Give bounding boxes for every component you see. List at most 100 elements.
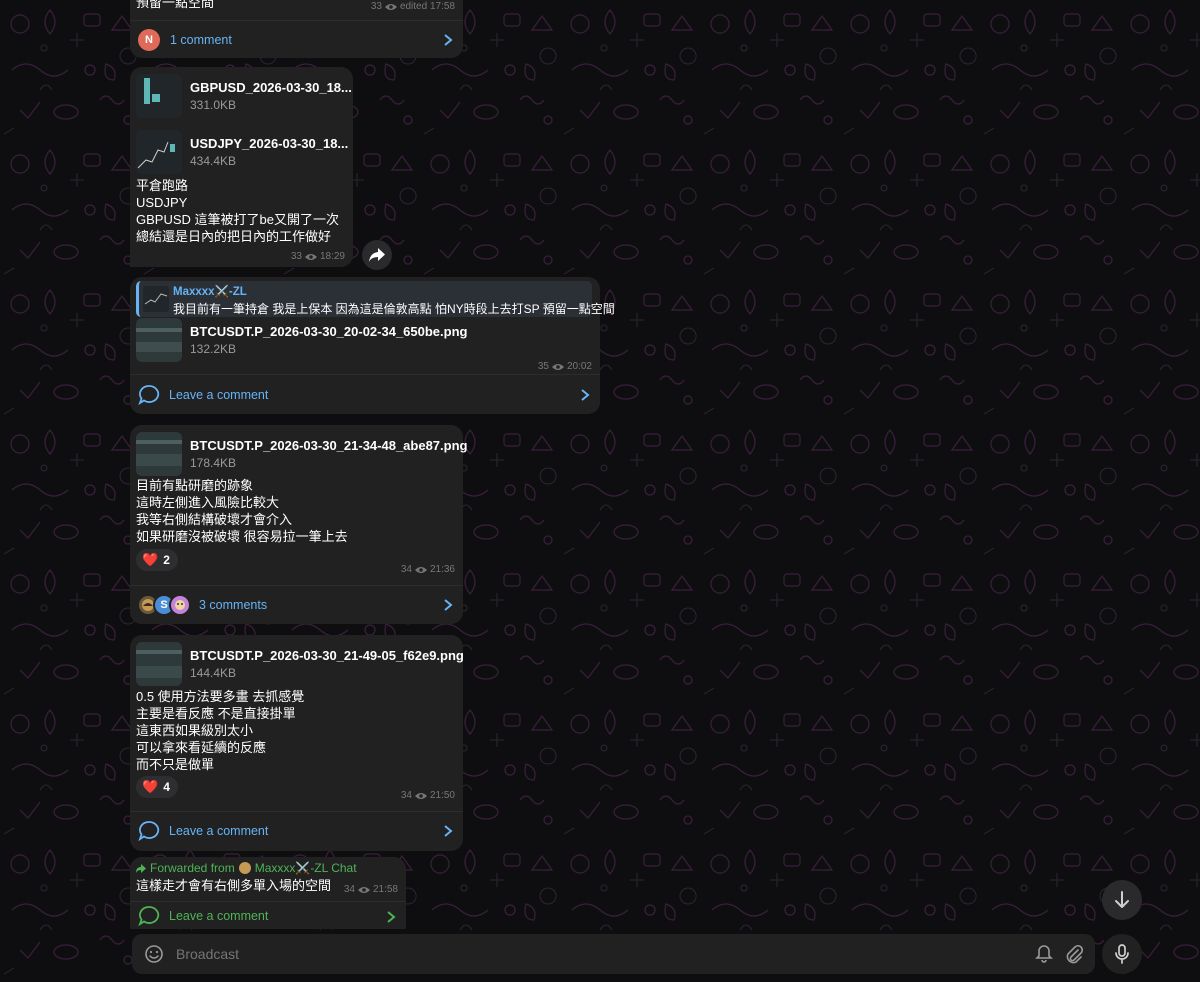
views-eye-icon — [414, 566, 427, 573]
message-text: 預留一點空間 — [136, 0, 215, 10]
message-time: 21:50 — [429, 790, 455, 801]
file-name[interactable]: BTCUSDT.P_2026-03-30_21-34-48_abe87.png — [190, 438, 467, 453]
message-meta: 34 21:50 — [401, 790, 455, 801]
message-time: 20:02 — [566, 361, 592, 372]
forwarded-avatar — [238, 862, 251, 874]
reaction-count: 4 — [163, 780, 170, 794]
forwarded-source: Maxxxx⚔️-ZL Chat — [254, 861, 357, 875]
message-bubble-post3: BTCUSDT.P_2026-03-30_21-34-48_abe87.png … — [130, 425, 467, 624]
message-meta: 33 edited 17:58 — [371, 1, 455, 12]
file-attachment[interactable]: BTCUSDT.P_2026-03-30_21-49-05_f62e9.png … — [136, 641, 464, 687]
chevron-right-icon — [444, 599, 453, 611]
reply-text: 我目前有一筆持倉 我是上保本 因為這是倫敦高點 怕NY時段上去打SP 預留一點空… — [173, 302, 615, 316]
file-size: 434.4KB — [190, 154, 237, 168]
attach-icon[interactable] — [1065, 944, 1083, 964]
arrow-down-icon — [1115, 891, 1129, 908]
file-attachment[interactable]: BTCUSDT.P_2026-03-30_21-34-48_abe87.png … — [136, 431, 467, 477]
view-count: 35 — [537, 361, 549, 372]
reaction-count: 2 — [163, 553, 170, 567]
message-meta: 33 18:29 — [291, 251, 345, 262]
views-eye-icon — [357, 886, 370, 893]
message-bubble-top: 預留一點空間 33 edited 17:58 N 1 comment — [130, 0, 463, 58]
heart-icon: ❤️ — [142, 779, 159, 794]
share-button[interactable] — [362, 240, 392, 270]
leave-comment-label: Leave a comment — [169, 388, 269, 402]
message-text: 目前有點研磨的跡象 這時左側進入風險比較大 我等右側結構破壞才會介入 如果研磨沒… — [136, 478, 348, 544]
views-eye-icon — [551, 363, 564, 370]
microphone-button[interactable] — [1102, 934, 1142, 974]
commenter-avatar — [169, 594, 191, 616]
view-count: 34 — [400, 790, 412, 801]
share-icon — [369, 248, 385, 262]
chart-thumbnail[interactable] — [136, 74, 182, 118]
emoji-icon[interactable] — [144, 944, 164, 964]
leave-comment-button[interactable]: Leave a comment — [130, 376, 600, 414]
chevron-right-icon — [387, 911, 396, 923]
comments-label: 1 comment — [170, 33, 232, 47]
leave-comment-button[interactable]: Leave a comment — [130, 812, 463, 850]
broadcast-input[interactable] — [174, 945, 1035, 963]
reply-quote[interactable]: Maxxxx⚔️-ZL 我目前有一筆持倉 我是上保本 因為這是倫敦高點 怕NY時… — [136, 281, 615, 317]
file-size: 178.4KB — [190, 456, 237, 470]
forward-arrow-icon — [136, 863, 146, 873]
file-name[interactable]: BTCUSDT.P_2026-03-30_21-49-05_f62e9.png — [190, 648, 464, 663]
heart-icon: ❤️ — [142, 552, 159, 567]
message-time: 21:36 — [429, 564, 455, 575]
commenter-avatar: N — [138, 29, 160, 51]
comments-button[interactable]: S 3 comments — [130, 586, 463, 624]
comment-divider — [130, 374, 600, 375]
file-size: 331.0KB — [190, 98, 237, 112]
reply-thumbnail — [143, 286, 169, 312]
message-meta: 34 21:58 — [344, 884, 398, 895]
chevron-right-icon — [444, 825, 453, 837]
chart-thumbnail[interactable] — [136, 318, 182, 362]
file-size: 144.4KB — [190, 666, 237, 680]
comment-bubble-icon — [138, 821, 160, 842]
comment-bubble-icon — [138, 385, 160, 406]
message-time: 21:58 — [372, 884, 398, 895]
view-count: 33 — [370, 1, 382, 12]
message-time: 18:29 — [319, 251, 345, 262]
message-meta: 34 21:36 — [401, 564, 455, 575]
message-bubble-post2: Maxxxx⚔️-ZL 我目前有一筆持倉 我是上保本 因為這是倫敦高點 怕NY時… — [130, 277, 615, 414]
reaction-heart[interactable]: ❤️ 2 — [136, 549, 178, 571]
chart-thumbnail[interactable] — [136, 642, 182, 686]
reaction-heart[interactable]: ❤️ 4 — [136, 776, 178, 798]
file-size: 132.2KB — [190, 342, 237, 356]
file-attachment[interactable]: USDJPY_2026-03-30_18... 434.4KB — [136, 129, 348, 175]
message-text: 平倉跑路 USDJPY GBPUSD 這筆被打了be又開了一次 總結還是日內的把… — [136, 178, 339, 244]
message-text: 這樣走才會有右側多單入場的空間 — [136, 878, 332, 893]
reply-author: Maxxxx⚔️-ZL — [173, 286, 247, 298]
message-bubble-post5: Forwarded from Maxxxx⚔️-ZL Chat 這樣走才會有右側… — [130, 857, 406, 929]
forwarded-header[interactable]: Forwarded from Maxxxx⚔️-ZL Chat — [136, 861, 357, 875]
views-eye-icon — [414, 792, 427, 799]
chevron-right-icon — [444, 34, 453, 46]
comments-button[interactable]: N 1 comment — [130, 21, 463, 59]
file-name[interactable]: USDJPY_2026-03-30_18... — [190, 136, 348, 151]
file-name[interactable]: GBPUSD_2026-03-30_18... — [190, 80, 352, 95]
message-bubble-post4: BTCUSDT.P_2026-03-30_21-49-05_f62e9.png … — [130, 635, 464, 851]
views-eye-icon — [384, 3, 397, 10]
chart-thumbnail[interactable] — [136, 432, 182, 476]
file-attachment[interactable]: BTCUSDT.P_2026-03-30_20-02-34_650be.png … — [136, 317, 467, 363]
comments-label: 3 comments — [199, 598, 268, 612]
chevron-right-icon — [581, 389, 590, 401]
view-count: 34 — [343, 884, 355, 895]
leave-comment-button[interactable]: Leave a comment — [130, 902, 406, 930]
message-text: 0.5 使用方法要多畫 去抓感覺 主要是看反應 不是直接掛單 這東西如果級別太小… — [136, 689, 305, 772]
view-count: 34 — [400, 564, 412, 575]
edited-time: edited 17:58 — [399, 1, 455, 12]
file-name[interactable]: BTCUSDT.P_2026-03-30_20-02-34_650be.png — [190, 324, 467, 339]
message-composer — [132, 934, 1095, 974]
chart-thumbnail[interactable] — [136, 130, 182, 174]
forwarded-prefix: Forwarded from — [150, 861, 235, 875]
leave-comment-label: Leave a comment — [169, 824, 269, 838]
views-eye-icon — [304, 253, 317, 260]
leave-comment-label: Leave a comment — [169, 909, 269, 923]
file-attachment[interactable]: GBPUSD_2026-03-30_18... 331.0KB — [136, 73, 352, 119]
view-count: 33 — [290, 251, 302, 262]
message-bubble-post1: GBPUSD_2026-03-30_18... 331.0KB USDJPY_2… — [130, 67, 353, 267]
scroll-down-button[interactable] — [1102, 880, 1142, 920]
comment-bubble-icon — [138, 906, 160, 927]
bell-icon[interactable] — [1035, 944, 1053, 964]
